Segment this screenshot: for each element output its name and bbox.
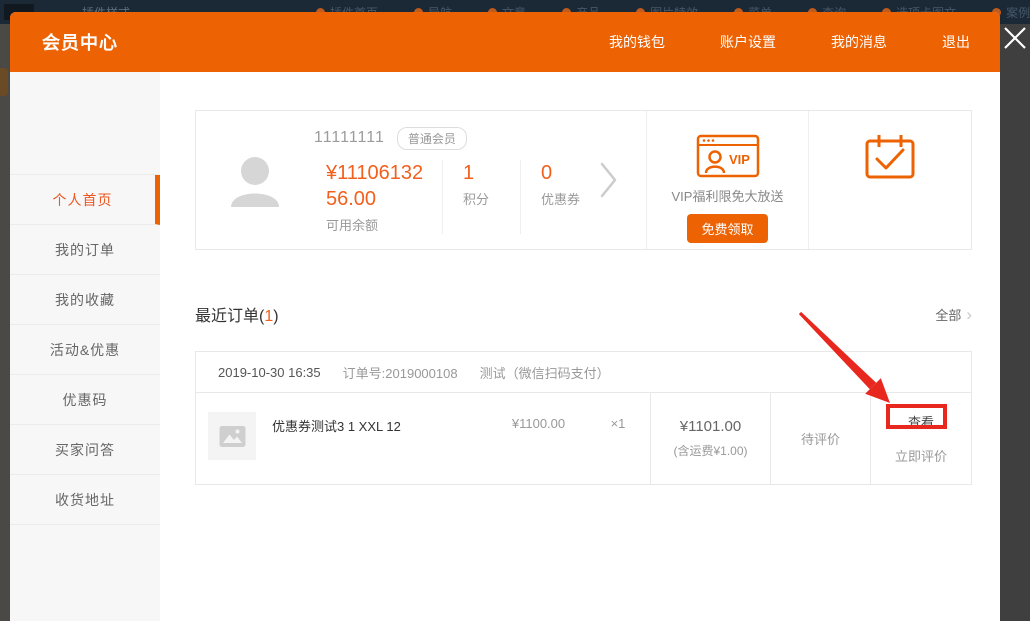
nav-logout[interactable]: 退出 (942, 32, 970, 52)
order-table: 2019-10-30 16:35 订单号:2019000108 测试（微信扫码支… (195, 351, 972, 485)
member-center-modal: 会员中心 我的钱包 账户设置 我的消息 退出 个人首页 我的订单 我的收藏 活动… (10, 12, 1000, 621)
header-nav: 我的钱包 账户设置 我的消息 退出 (609, 32, 970, 52)
order-status-cell: 待评价 (770, 393, 870, 484)
view-order-button[interactable]: 查看 (908, 412, 934, 431)
order-header-row: 2019-10-30 16:35 订单号:2019000108 测试（微信扫码支… (196, 352, 971, 393)
sidebar: 个人首页 我的订单 我的收藏 活动&优惠 优惠码 买家问答 收货地址 (10, 72, 160, 621)
image-placeholder-icon (219, 425, 246, 448)
orders-count: 1 (264, 308, 273, 325)
orders-title: 最近订单(1) (195, 302, 279, 326)
product-quantity: ×1 (586, 412, 650, 431)
shipping-note: (含运费¥1.00) (673, 442, 747, 459)
orders-header: 最近订单(1) 全部 › (195, 302, 972, 326)
checkin-panel (808, 111, 971, 249)
sidebar-item-home[interactable]: 个人首页 (10, 175, 160, 225)
vip-window-icon: VIP (696, 133, 760, 179)
vip-promo-panel: VIP VIP福利限免大放送 免费领取 (646, 111, 808, 249)
backdrop-artifact (0, 68, 8, 96)
review-now-button[interactable]: 立即评价 (895, 446, 947, 465)
order-total-cell: ¥1101.00 (含运费¥1.00) (650, 393, 770, 484)
profile-card: 11111111 普通会员 ¥1110613256.00 可用余额 1 积分 (195, 110, 972, 250)
close-button[interactable] (1001, 24, 1029, 52)
view-all-link[interactable]: 全部 › (935, 305, 972, 324)
free-claim-button[interactable]: 免费领取 (687, 214, 767, 243)
chevron-right-icon[interactable] (600, 162, 618, 198)
order-payment-method: 测试（微信扫码支付） (480, 363, 610, 382)
svg-text:VIP: VIP (729, 152, 750, 167)
stat-balance: ¥1110613256.00 可用余额 (314, 160, 442, 234)
nav-account-settings[interactable]: 账户设置 (720, 32, 776, 52)
page-title: 会员中心 (42, 29, 118, 55)
modal-header: 会员中心 我的钱包 账户设置 我的消息 退出 (10, 12, 1000, 72)
product-thumbnail[interactable] (208, 412, 256, 460)
nav-my-wallet[interactable]: 我的钱包 (609, 32, 665, 52)
sidebar-spacer (10, 72, 160, 175)
username: 11111111 (314, 129, 385, 147)
chevron-right-icon: › (966, 306, 972, 323)
close-icon (1001, 24, 1029, 52)
sidebar-item-favorites[interactable]: 我的收藏 (10, 275, 160, 325)
order-row: 优惠券测试3 1 XXL 12 ¥1100.00 ×1 ¥1101.00 (含运… (196, 393, 971, 484)
main-content: 11111111 普通会员 ¥1110613256.00 可用余额 1 积分 (160, 72, 1000, 621)
sidebar-item-promotions[interactable]: 活动&优惠 (10, 325, 160, 375)
order-action-cell: 查看 立即评价 (870, 393, 971, 484)
sidebar-item-buyer-qa[interactable]: 买家问答 (10, 425, 160, 475)
sidebar-item-address[interactable]: 收货地址 (10, 475, 160, 525)
stat-coupons: 0 优惠券 (520, 160, 600, 234)
product-unit-price: ¥1100.00 (491, 412, 586, 431)
member-level-badge: 普通会员 (397, 127, 467, 150)
product-name[interactable]: 优惠券测试3 1 XXL 12 (256, 412, 491, 435)
order-product-cell: 优惠券测试3 1 XXL 12 ¥1100.00 ×1 (196, 393, 650, 484)
stat-points: 1 积分 (442, 160, 520, 234)
sidebar-item-orders[interactable]: 我的订单 (10, 225, 160, 275)
order-datetime: 2019-10-30 16:35 (218, 365, 321, 380)
sidebar-item-coupon-code[interactable]: 优惠码 (10, 375, 160, 425)
order-number: 订单号:2019000108 (343, 363, 458, 382)
profile-stats: ¥1110613256.00 可用余额 1 积分 0 优惠券 (314, 160, 600, 234)
order-status: 待评价 (801, 429, 840, 448)
calendar-check-icon[interactable] (864, 133, 916, 181)
order-total: ¥1101.00 (680, 418, 741, 435)
nav-my-messages[interactable]: 我的消息 (831, 32, 887, 52)
avatar (224, 149, 286, 211)
profile-summary: 11111111 普通会员 ¥1110613256.00 可用余额 1 积分 (196, 111, 646, 249)
vip-promo-text: VIP福利限免大放送 (672, 186, 784, 205)
backdrop-left-strip (0, 24, 10, 621)
